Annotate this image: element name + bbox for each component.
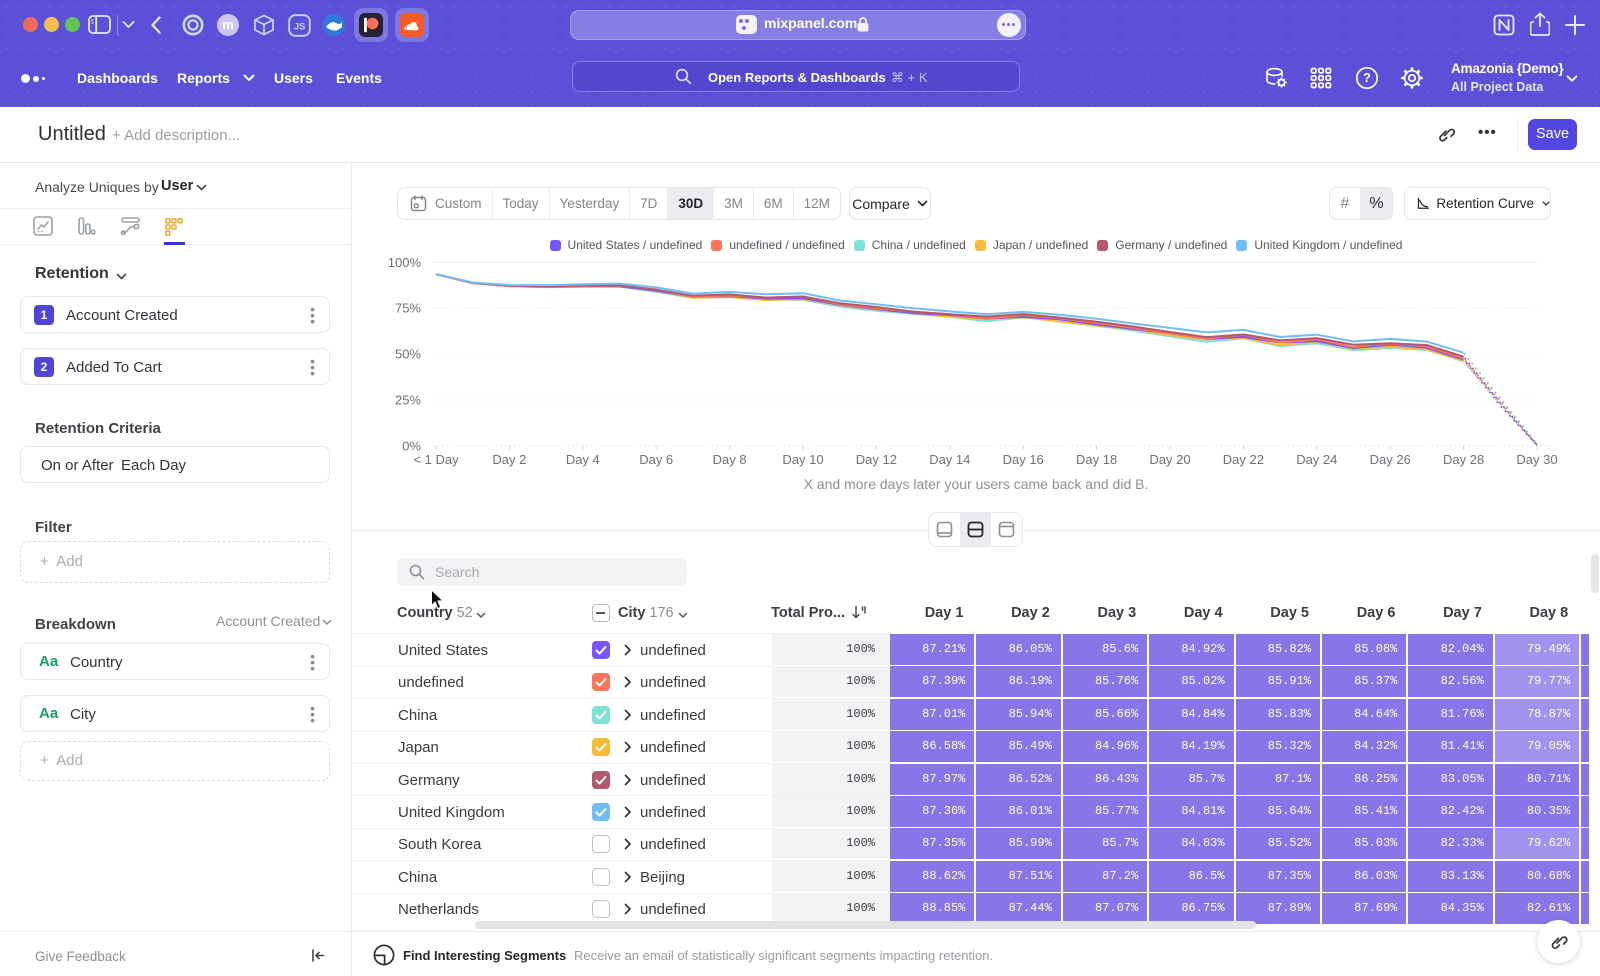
svg-text:Day 12: Day 12 (856, 452, 897, 467)
svg-text:25%: 25% (395, 392, 421, 407)
svg-text:75%: 75% (395, 301, 421, 316)
svg-text:Day 20: Day 20 (1149, 452, 1190, 467)
svg-text:Day 10: Day 10 (782, 452, 823, 467)
svg-text:Day 18: Day 18 (1076, 452, 1117, 467)
svg-text:JS: JS (294, 22, 306, 33)
svg-text:Day 26: Day 26 (1370, 452, 1411, 467)
svg-text:Day 2: Day 2 (492, 452, 526, 467)
svg-text:Day 4: Day 4 (566, 452, 600, 467)
svg-text:< 1 Day: < 1 Day (413, 452, 459, 467)
svg-text:Day 14: Day 14 (929, 452, 970, 467)
svg-text:Day 22: Day 22 (1223, 452, 1264, 467)
svg-text:Day 30: Day 30 (1516, 452, 1557, 467)
svg-text:Day 16: Day 16 (1003, 452, 1044, 467)
svg-text:Day 6: Day 6 (639, 452, 673, 467)
svg-text:100%: 100% (388, 255, 422, 270)
svg-text:Day 8: Day 8 (713, 452, 747, 467)
svg-text:50%: 50% (395, 347, 421, 362)
svg-text:?: ? (1363, 71, 1371, 85)
svg-text:Day 24: Day 24 (1296, 452, 1337, 467)
svg-text:Day 28: Day 28 (1443, 452, 1484, 467)
